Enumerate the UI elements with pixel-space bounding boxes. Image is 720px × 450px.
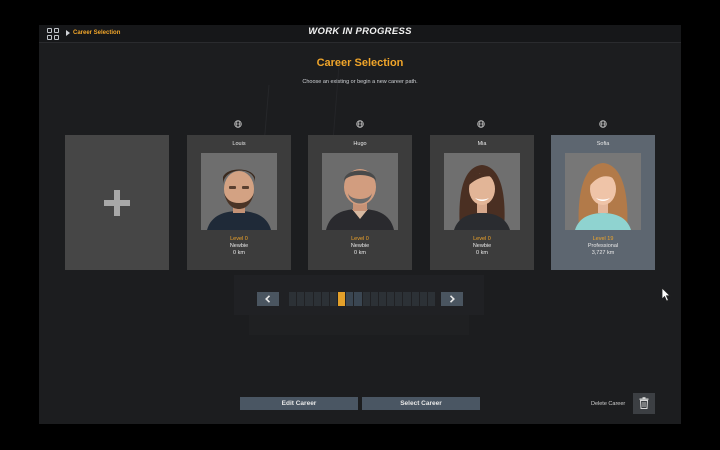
page-title: Career Selection: [316, 57, 404, 69]
career-rank: Newbie: [350, 243, 370, 249]
globe-icon: [234, 120, 242, 128]
page-indicator-segment[interactable]: [378, 292, 387, 306]
career-name: Mia: [477, 141, 487, 147]
career-level: Level 0: [473, 236, 491, 242]
career-name: Hugo: [353, 141, 367, 147]
top-bar: Career Selection WORK IN PROGRESS: [39, 25, 681, 43]
page-indicator-segment[interactable]: [370, 292, 378, 306]
page-indicator-segment[interactable]: [305, 292, 313, 306]
career-rank: Newbie: [472, 243, 492, 249]
chevron-left-icon: [265, 295, 271, 303]
page-indicator-segment[interactable]: [313, 292, 321, 306]
avatar: [201, 153, 277, 230]
page-subtitle: Choose an existing or begin a new career…: [302, 79, 418, 85]
page-indicator-segment[interactable]: [411, 292, 419, 306]
page-indicator: [289, 292, 436, 306]
next-page-button[interactable]: [441, 292, 463, 306]
career-rank: Newbie: [229, 243, 249, 249]
trash-icon: [639, 397, 649, 409]
page-indicator-segment[interactable]: [395, 292, 403, 306]
game-window: Career Selection WORK IN PROGRESS Career…: [39, 25, 681, 424]
page-indicator-segment[interactable]: [329, 292, 338, 306]
career-distance: 0 km: [476, 250, 488, 256]
career-rank: Professional: [587, 243, 619, 249]
career-level: Level 0: [351, 236, 369, 242]
career-name: Sofia: [596, 141, 610, 147]
new-career-card[interactable]: [65, 135, 169, 270]
page-indicator-segment[interactable]: [427, 292, 436, 306]
mouse-cursor-icon: [661, 287, 671, 302]
avatar: [565, 153, 641, 230]
page-indicator-segment[interactable]: [354, 292, 362, 306]
avatar: [322, 153, 398, 230]
page-indicator-segment[interactable]: [346, 292, 354, 306]
edit-career-button[interactable]: Edit Career: [240, 397, 358, 410]
avatar: [444, 153, 520, 230]
career-distance: 0 km: [233, 250, 245, 256]
globe-icon: [599, 120, 607, 128]
career-level: Level 0: [230, 236, 248, 242]
career-card-louis[interactable]: Louis Level 0 Newbie 0 km: [187, 135, 291, 270]
delete-career-button[interactable]: [633, 393, 655, 414]
career-card-mia[interactable]: Mia Level 0 Newbie 0 km: [430, 135, 534, 270]
page-indicator-segment[interactable]: [387, 292, 395, 306]
career-level: Level 19: [592, 236, 614, 242]
globe-icon: [477, 120, 485, 128]
page-indicator-segment[interactable]: [403, 292, 411, 306]
career-card-sofia[interactable]: Sofia Level 19 Professional 3,727 km: [551, 135, 655, 270]
prev-page-button[interactable]: [257, 292, 279, 306]
career-name: Louis: [232, 141, 246, 147]
career-distance: 3,727 km: [591, 250, 615, 256]
career-card-hugo[interactable]: Hugo Level 0 Newbie 0 km: [308, 135, 412, 270]
page-indicator-segment[interactable]: [297, 292, 305, 306]
page-indicator-segment[interactable]: [338, 292, 346, 306]
page-indicator-segment[interactable]: [362, 292, 370, 306]
page-indicator-segment[interactable]: [321, 292, 329, 306]
page-indicator-segment[interactable]: [419, 292, 427, 306]
select-career-button[interactable]: Select Career: [362, 397, 480, 410]
page-indicator-segment[interactable]: [289, 292, 297, 306]
career-distance: 0 km: [354, 250, 366, 256]
globe-icon: [356, 120, 364, 128]
delete-career-label[interactable]: Delete Career: [591, 401, 625, 407]
chevron-right-icon: [449, 295, 455, 303]
wip-banner: WORK IN PROGRESS: [308, 26, 412, 37]
